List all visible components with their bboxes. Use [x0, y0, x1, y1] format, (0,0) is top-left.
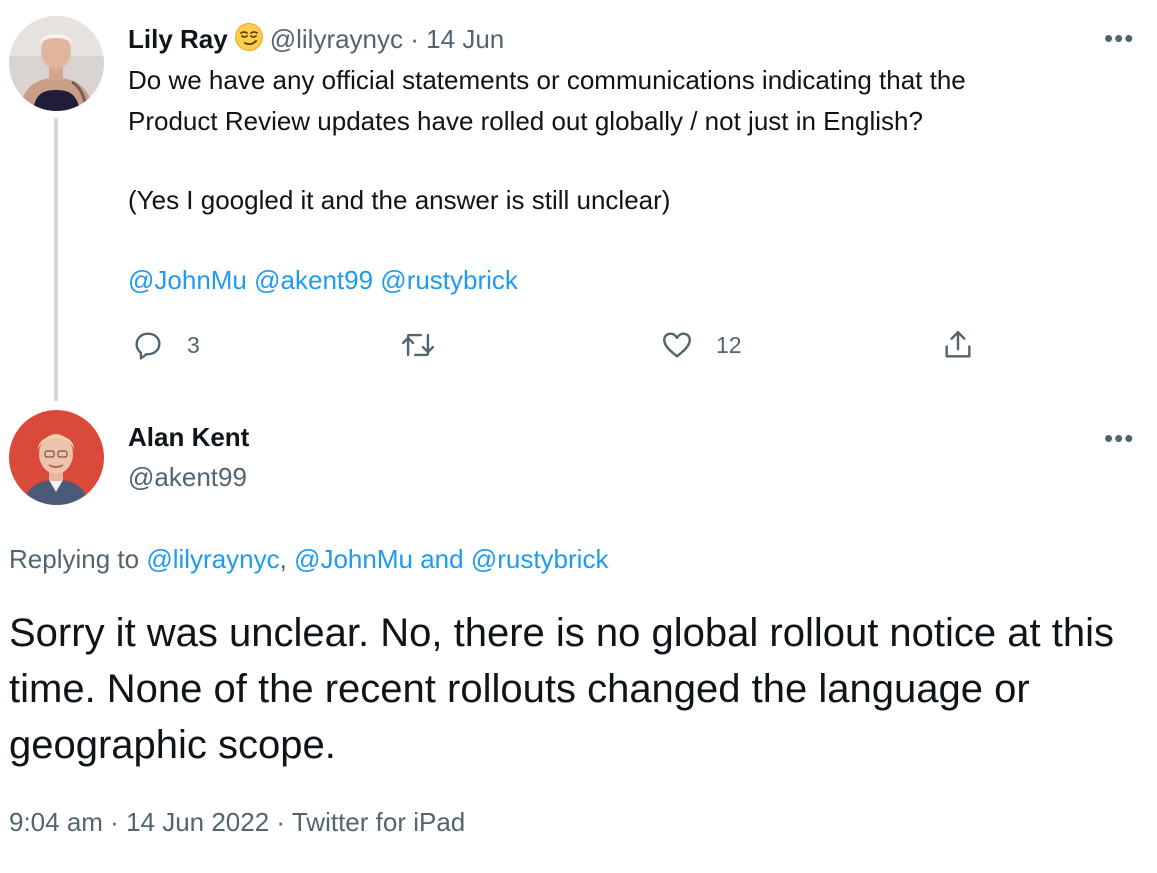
tweet-time[interactable]: 9:04 am [9, 807, 103, 837]
tweet1-text-line-1: Do we have any official statements or co… [128, 65, 966, 95]
separator-dot: · [410, 24, 419, 54]
display-name[interactable]: Lily Ray [128, 24, 228, 54]
meta-separator: · [269, 807, 292, 837]
more-options-icon[interactable]: ••• [1104, 25, 1134, 51]
avatar-lily-ray[interactable] [9, 16, 104, 111]
mention-link[interactable]: @rustybrick [471, 544, 609, 574]
replying-comma: , [279, 544, 295, 574]
meta-separator: · [102, 807, 127, 837]
tweet2-text: Sorry it was unclear. No, there is no gl… [9, 611, 1114, 767]
replying-and[interactable]: and [413, 544, 471, 574]
tweet2-handle-row: @akent99 [128, 462, 247, 492]
mention-link[interactable]: @JohnMu [128, 265, 247, 295]
reply-button[interactable]: 3 [131, 327, 200, 363]
retweet-button[interactable] [399, 327, 437, 363]
reply-icon [131, 328, 165, 362]
mention-link[interactable]: @rustybrick [380, 265, 518, 295]
mention-link[interactable]: @akent99 [254, 265, 373, 295]
avatar-alan-kent[interactable] [9, 410, 104, 505]
tweet1-text-line-2: Product Review updates have rolled out g… [128, 106, 923, 136]
tweet2-display-name-row: Alan Kent [128, 422, 249, 452]
tweet-source[interactable]: Twitter for iPad [292, 807, 465, 837]
more-options-icon[interactable]: ••• [1104, 425, 1134, 451]
like-count: 12 [716, 331, 742, 358]
tweet1-header: Lily Ray @lilyraynyc · 14 Jun [128, 22, 504, 58]
tweet1-text-line-3: (Yes I googled it and the answer is stil… [128, 185, 671, 215]
share-icon [941, 328, 975, 362]
tweet-date[interactable]: 14 Jun [426, 24, 504, 54]
heart-icon [660, 328, 694, 362]
mention-link[interactable]: @JohnMu [294, 544, 413, 574]
thread-connector-line [54, 118, 58, 401]
replying-to-label: Replying to [9, 544, 147, 574]
tweet1-mentions: @JohnMu @akent99 @rustybrick [128, 260, 518, 300]
share-button[interactable] [941, 327, 975, 363]
reply-count: 3 [187, 331, 200, 358]
display-name[interactable]: Alan Kent [128, 422, 249, 452]
tweet-metadata: 9:04 am · 14 Jun 2022 · Twitter for iPad [9, 805, 465, 839]
mention-link[interactable]: @lilyraynyc [146, 544, 279, 574]
smirking-face-emoji-icon [234, 22, 264, 58]
like-button[interactable]: 12 [660, 327, 742, 363]
replying-to-context: Replying to @lilyraynyc, @JohnMu and @ru… [9, 542, 608, 576]
user-handle[interactable]: @lilyraynyc [270, 24, 403, 54]
tweet-full-date[interactable]: 14 Jun 2022 [126, 807, 269, 837]
retweet-icon [399, 328, 437, 362]
user-handle[interactable]: @akent99 [128, 462, 247, 492]
